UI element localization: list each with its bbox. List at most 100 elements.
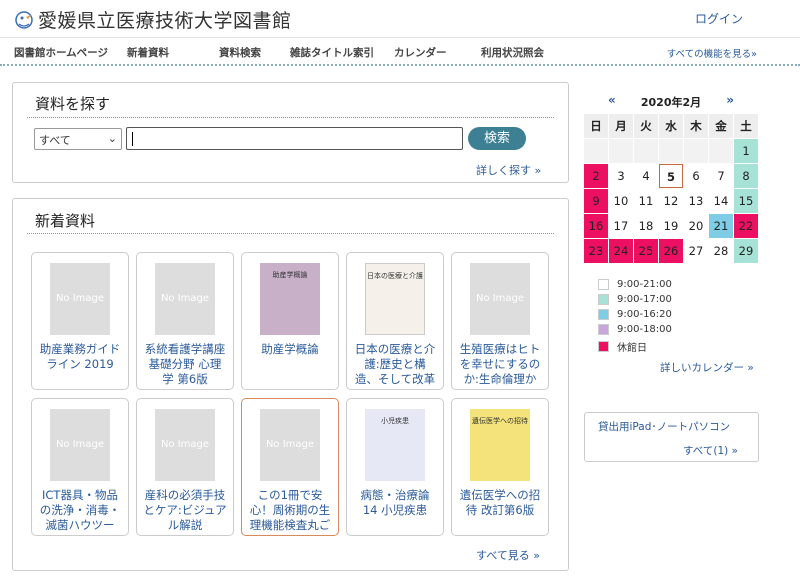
search-scope-select[interactable]: すべて ⌄ (34, 128, 122, 150)
calendar-weekday: 金 (709, 114, 733, 138)
legend-label: 休館日 (617, 343, 647, 354)
detailed-calendar-link[interactable]: 詳しいカレンダー » (660, 360, 754, 375)
calendar-legend-item: 9:00-18:00 (598, 324, 672, 335)
calendar-weekday: 土 (734, 114, 758, 138)
book-title: 病態・治療論 14 小児疾患 (360, 488, 430, 517)
book-cover-image: 日本の医療と介護 (365, 263, 425, 335)
book-card[interactable]: 小児疾患 病態・治療論 14 小児疾患 (346, 398, 444, 536)
nav-calendar[interactable]: カレンダー (394, 45, 447, 60)
book-card[interactable]: No Image 産科の必須手技とケア:ビジュアル解説 (136, 398, 234, 536)
login-link[interactable]: ログイン (695, 10, 743, 27)
calendar-day: 24 (609, 239, 633, 263)
legend-swatch (598, 294, 609, 305)
calendar-day: 6 (684, 164, 708, 188)
new-items-panel: 新着資料 No Image 助産業務ガイドライン 2019 No Image 系統看護… (12, 198, 569, 571)
book-title: 系統看護学講座 基礎分野 心理学 第6版 (144, 342, 226, 386)
calendar-legend-item: 9:00-21:00 (598, 279, 672, 290)
calendar-day: 25 (634, 239, 658, 263)
legend-label: 9:00-16:20 (617, 309, 672, 320)
main-nav: 図書館ホームページ 新着資料 資料検索 雑誌タイトル索引 カレンダー 利用状況照… (0, 38, 800, 66)
legend-label: 9:00-18:00 (617, 324, 672, 335)
legend-swatch (598, 341, 609, 352)
bird-logo-icon (15, 10, 33, 29)
calendar-day: 10 (609, 189, 633, 213)
book-card[interactable]: No Image ICT器具・物品の洗浄・消毒・滅菌ハウツー (31, 398, 129, 536)
legend-label: 9:00-17:00 (617, 294, 672, 305)
calendar-empty-cell (709, 139, 733, 163)
calendar-day: 4 (634, 164, 658, 188)
text-cursor (132, 132, 133, 146)
lending-all-link[interactable]: すべて(1) » (683, 443, 738, 458)
calendar-day: 9 (584, 189, 608, 213)
site-title: 愛媛県立医療技術大学図書館 (38, 10, 292, 32)
calendar-day: 1 (734, 139, 758, 163)
calendar-weekday: 日 (584, 114, 608, 138)
book-card[interactable]: 遺伝医学への招待 遺伝医学への招待 改訂第6版 (451, 398, 549, 536)
nav-library-home[interactable]: 図書館ホームページ (14, 45, 108, 60)
book-title: 助産学概論 (261, 342, 319, 356)
calendar-day: 19 (659, 214, 683, 238)
lending-devices-link[interactable]: 貸出用iPad･ノートパソコン (598, 419, 730, 434)
no-image-placeholder: No Image (50, 409, 110, 481)
book-card[interactable]: No Image 生殖医療はヒトを幸せにするのか:生命倫理か (451, 252, 549, 390)
book-card[interactable]: 日本の医療と介護日本の医療と介護:歴史と構造、そして改革 (346, 252, 444, 390)
nav-new-items[interactable]: 新着資料 (127, 45, 169, 60)
legend-label: 9:00-21:00 (617, 279, 672, 290)
search-input[interactable] (126, 127, 463, 150)
see-all-new-items-link[interactable]: すべて見る » (476, 547, 540, 563)
no-image-placeholder: No Image (155, 263, 215, 335)
search-panel-title: 資料を探す (35, 95, 111, 113)
nav-all-features[interactable]: すべての機能を見る» (667, 46, 757, 60)
legend-swatch (598, 279, 609, 290)
calendar-next-button[interactable]: » (726, 93, 734, 107)
calendar-day: 8 (734, 164, 758, 188)
calendar-legend-item: 休館日 (598, 339, 647, 354)
book-card[interactable]: No Image この1冊で安心！周術期の生理機能検査丸ご (241, 398, 339, 536)
chevron-down-icon: ⌄ (107, 132, 117, 145)
calendar-day: 13 (684, 189, 708, 213)
book-cover-image: 遺伝医学への招待 (470, 409, 530, 481)
book-title: 助産業務ガイドライン 2019 (39, 342, 121, 371)
book-title: 産科の必須手技とケア:ビジュアル解説 (143, 488, 227, 532)
calendar-day: 21 (709, 214, 733, 238)
calendar-day: 17 (609, 214, 633, 238)
book-card[interactable]: No Image 助産業務ガイドライン 2019 (31, 252, 129, 390)
calendar-day: 16 (584, 214, 608, 238)
calendar-day: 11 (634, 189, 658, 213)
book-cover-image: 助産学概論 (260, 263, 320, 335)
site-logo[interactable]: 愛媛県立医療技術大学図書館 (14, 6, 292, 33)
nav-journal-index[interactable]: 雑誌タイトル索引 (290, 45, 374, 60)
divider (27, 233, 554, 234)
calendar-empty-cell (584, 139, 608, 163)
book-card[interactable]: No Image 系統看護学講座 基礎分野 心理学 第6版 (136, 252, 234, 390)
nav-search[interactable]: 資料検索 (219, 45, 261, 60)
divider (27, 117, 554, 118)
nav-usage-status[interactable]: 利用状況照会 (481, 45, 544, 60)
calendar-weekday: 木 (684, 114, 708, 138)
search-button[interactable]: 検索 (468, 127, 526, 150)
calendar-weekday: 火 (634, 114, 658, 138)
search-scope-value: すべて (39, 134, 71, 147)
calendar-day: 22 (734, 214, 758, 238)
search-panel: 資料を探す すべて ⌄ 検索 詳しく探す » (12, 82, 569, 183)
calendar-day: 26 (659, 239, 683, 263)
calendar-empty-cell (684, 139, 708, 163)
calendar-day: 23 (584, 239, 608, 263)
book-card[interactable]: 助産学概論 助産学概論 (241, 252, 339, 390)
calendar-empty-cell (659, 139, 683, 163)
calendar-day: 12 (659, 189, 683, 213)
calendar-empty-cell (609, 139, 633, 163)
no-image-placeholder: No Image (260, 409, 320, 481)
header: 愛媛県立医療技術大学図書館 ログイン (0, 0, 800, 38)
book-title: 日本の医療と介護:歴史と構造、そして改革 (354, 342, 436, 386)
calendar-legend-item: 9:00-17:00 (598, 294, 672, 305)
calendar-day: 18 (634, 214, 658, 238)
no-image-placeholder: No Image (155, 409, 215, 481)
advanced-search-link[interactable]: 詳しく探す » (476, 162, 541, 178)
calendar-day: 28 (709, 239, 733, 263)
calendar-day: 2 (584, 164, 608, 188)
calendar-header: « 2020年2月 » (584, 93, 758, 109)
calendar-empty-cell (634, 139, 658, 163)
calendar-day: 27 (684, 239, 708, 263)
new-items-panel-title: 新着資料 (35, 212, 96, 230)
